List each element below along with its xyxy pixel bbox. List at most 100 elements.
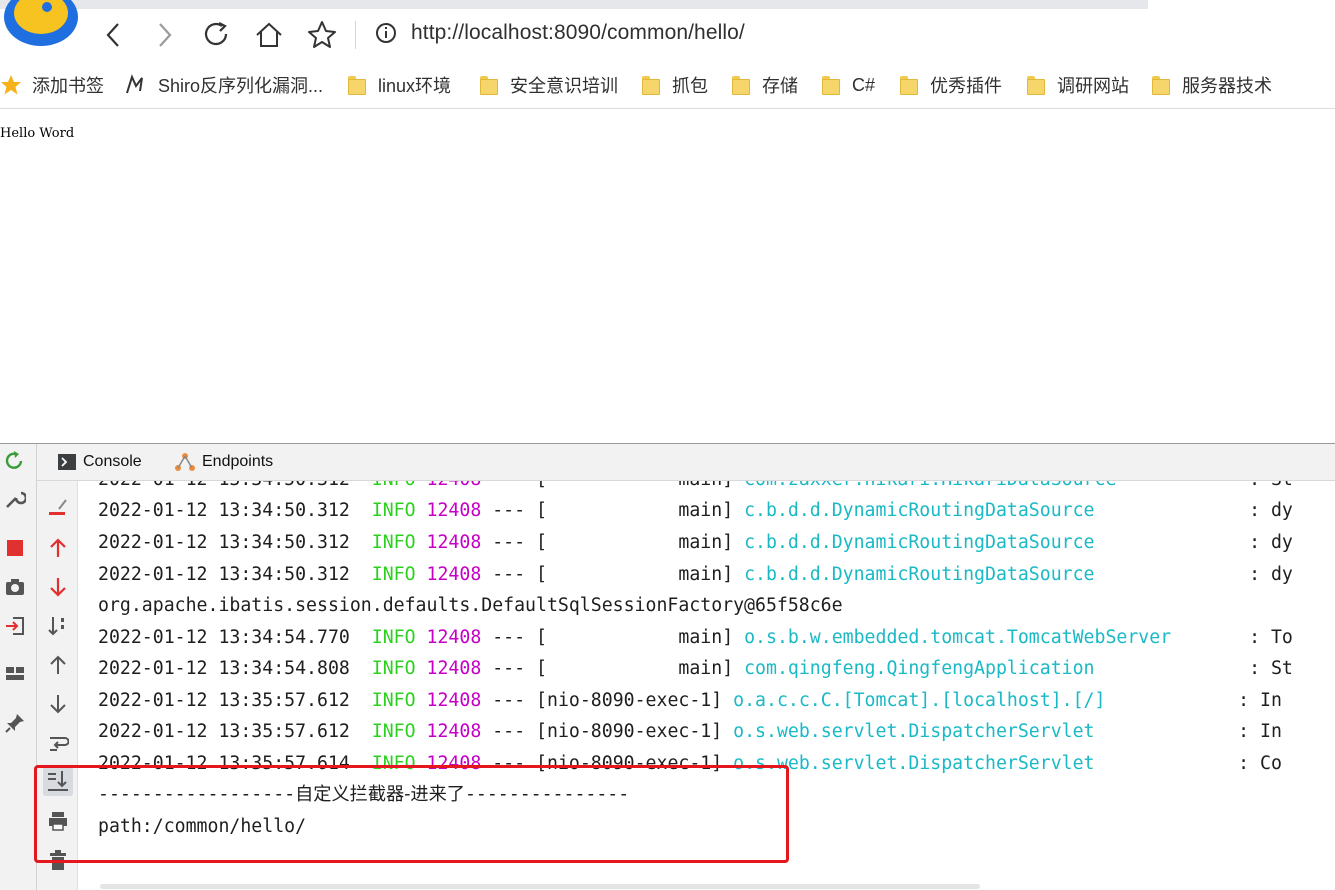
log-level: INFO (371, 658, 416, 679)
home-button[interactable] (253, 19, 285, 51)
log-timestamp: 2022-01-12 13:35:57.612 (98, 690, 350, 711)
log-logger: c.b.d.d.DynamicRoutingDataSource (744, 500, 1095, 521)
log-line: 2022-01-12 13:34:50.312 INFO 12408 --- [… (98, 499, 1293, 523)
log-level: INFO (371, 690, 416, 711)
folder-icon (348, 76, 366, 95)
bookmark-label: 安全意识培训 (510, 76, 618, 96)
log-logger: c.b.d.d.DynamicRoutingDataSource (744, 532, 1095, 553)
log-line: org.apache.ibatis.session.defaults.Defau… (98, 594, 843, 618)
down-arrow-icon[interactable] (47, 693, 69, 715)
camera-icon[interactable] (4, 576, 26, 598)
up-arrow-icon[interactable] (47, 654, 69, 676)
rerun-icon[interactable] (4, 450, 26, 472)
log-level: INFO (371, 532, 416, 553)
forward-arrow-icon (159, 23, 172, 47)
bookmark-page-icon (126, 74, 143, 94)
layout-icon[interactable] (4, 662, 26, 684)
log-thread: [nio-8090-exec-1] (536, 690, 723, 711)
pin-icon[interactable] (4, 712, 26, 734)
forward-button[interactable] (149, 19, 181, 51)
log-thread: [ main] (536, 564, 734, 585)
console-icon (58, 454, 76, 470)
log-separator: --- (492, 658, 526, 679)
log-separator: --- (492, 690, 526, 711)
up-arrow-red-icon[interactable] (47, 537, 69, 559)
bookmark-add[interactable]: 添加书签 (0, 62, 104, 108)
log-pid: 12408 (426, 564, 482, 585)
folder-icon (900, 76, 918, 95)
bookmark-folder-linux[interactable]: linux环境 (348, 62, 451, 108)
bookmark-label: C# (852, 74, 876, 95)
folder-icon (480, 76, 498, 95)
exit-icon[interactable] (4, 615, 26, 637)
horizontal-scrollbar[interactable] (100, 884, 980, 889)
back-arrow-icon (106, 23, 119, 47)
tab-strip (0, 0, 1148, 9)
log-pid: 12408 (426, 627, 482, 648)
log-message: : Co (1238, 753, 1282, 774)
log-thread: [nio-8090-exec-1] (536, 721, 723, 742)
log-thread: [ main] (536, 658, 734, 679)
log-line: 2022-01-12 13:34:54.808 INFO 12408 --- [… (98, 657, 1293, 681)
wrench-icon[interactable] (4, 488, 26, 510)
log-timestamp: 2022-01-12 13:34:50.312 (98, 481, 350, 490)
address-bar[interactable]: http://localhost:8090/common/hello/ (411, 21, 745, 45)
bookmark-folder-storage[interactable]: 存储 (732, 62, 798, 108)
log-logger: o.a.c.c.C.[Tomcat].[localhost].[/] (733, 690, 1106, 711)
endpoints-icon (175, 453, 195, 471)
log-level: INFO (371, 627, 416, 648)
log-separator: --- (492, 532, 526, 553)
log-pid: 12408 (426, 690, 482, 711)
bookmark-label: Shiro反序列化漏洞... (158, 76, 324, 96)
log-logger: com.zaxxer.hikari.HikariDataSource (744, 481, 1238, 492)
bookmark-folder-csharp[interactable]: C# (822, 62, 875, 108)
star-outline-icon (308, 21, 336, 48)
clear-edit-icon[interactable] (47, 495, 69, 517)
bookmark-folder-research[interactable]: 调研网站 (1027, 62, 1129, 108)
bookmark-star-button[interactable] (306, 19, 338, 51)
tab-console[interactable]: Console (58, 444, 142, 480)
bookmark-folder-capture[interactable]: 抓包 (642, 62, 708, 108)
down-arrow-red-icon[interactable] (47, 576, 69, 598)
log-thread: [ main] (536, 627, 734, 648)
log-thread: [ main] (536, 481, 733, 490)
bookmark-label: 服务器技术 (1182, 76, 1272, 96)
log-message: : dy (1249, 532, 1293, 553)
log-logger: c.b.d.d.DynamicRoutingDataSource (744, 564, 1095, 585)
bookmark-label: 存储 (762, 76, 798, 96)
tab-label: Endpoints (202, 453, 274, 470)
log-line: 2022-01-12 13:35:57.612 INFO 12408 --- [… (98, 720, 1282, 744)
bookmark-folder-server[interactable]: 服务器技术 (1152, 62, 1272, 108)
log-message: : In (1238, 690, 1282, 711)
log-pid: 12408 (426, 500, 482, 521)
bookmark-folder-security-training[interactable]: 安全意识培训 (480, 62, 618, 108)
log-text: org.apache.ibatis.session.defaults.Defau… (98, 595, 843, 616)
log-separator: --- (492, 627, 526, 648)
site-info-icon[interactable] (375, 22, 397, 44)
bookmark-shiro[interactable]: Shiro反序列化漏洞... (124, 62, 323, 108)
log-message: : To (1249, 627, 1293, 648)
log-thread: [ main] (536, 532, 734, 553)
log-separator: --- (492, 500, 526, 521)
bookmarks-bar: 添加书签 Shiro反序列化漏洞... linux环境 安全意识培训 抓包 存储… (0, 62, 1335, 109)
log-line: 2022-01-12 13:34:50.312 INFO 12408 --- [… (98, 481, 1293, 492)
home-icon (256, 22, 282, 47)
navigation-bar: http://localhost:8090/common/hello/ (0, 9, 1335, 61)
bookmark-label: 添加书签 (32, 76, 104, 96)
log-line: 2022-01-12 13:34:50.312 INFO 12408 --- [… (98, 531, 1293, 555)
bookmark-folder-plugins[interactable]: 优秀插件 (900, 62, 1002, 108)
sort-icon[interactable] (47, 615, 69, 637)
soft-wrap-icon[interactable] (47, 733, 69, 755)
reload-button[interactable] (201, 19, 233, 51)
log-line: 2022-01-12 13:34:50.312 INFO 12408 --- [… (98, 563, 1293, 587)
toolbar-divider (355, 21, 356, 49)
back-button[interactable] (97, 19, 129, 51)
log-thread: [ main] (536, 500, 734, 521)
folder-icon (1152, 76, 1170, 95)
tab-endpoints[interactable]: Endpoints (174, 444, 273, 480)
log-separator: --- (492, 564, 526, 585)
folder-icon (1027, 76, 1045, 95)
log-timestamp: 2022-01-12 13:34:50.312 (98, 500, 350, 521)
stop-icon[interactable] (4, 537, 26, 559)
bookmark-label: 优秀插件 (930, 76, 1002, 96)
